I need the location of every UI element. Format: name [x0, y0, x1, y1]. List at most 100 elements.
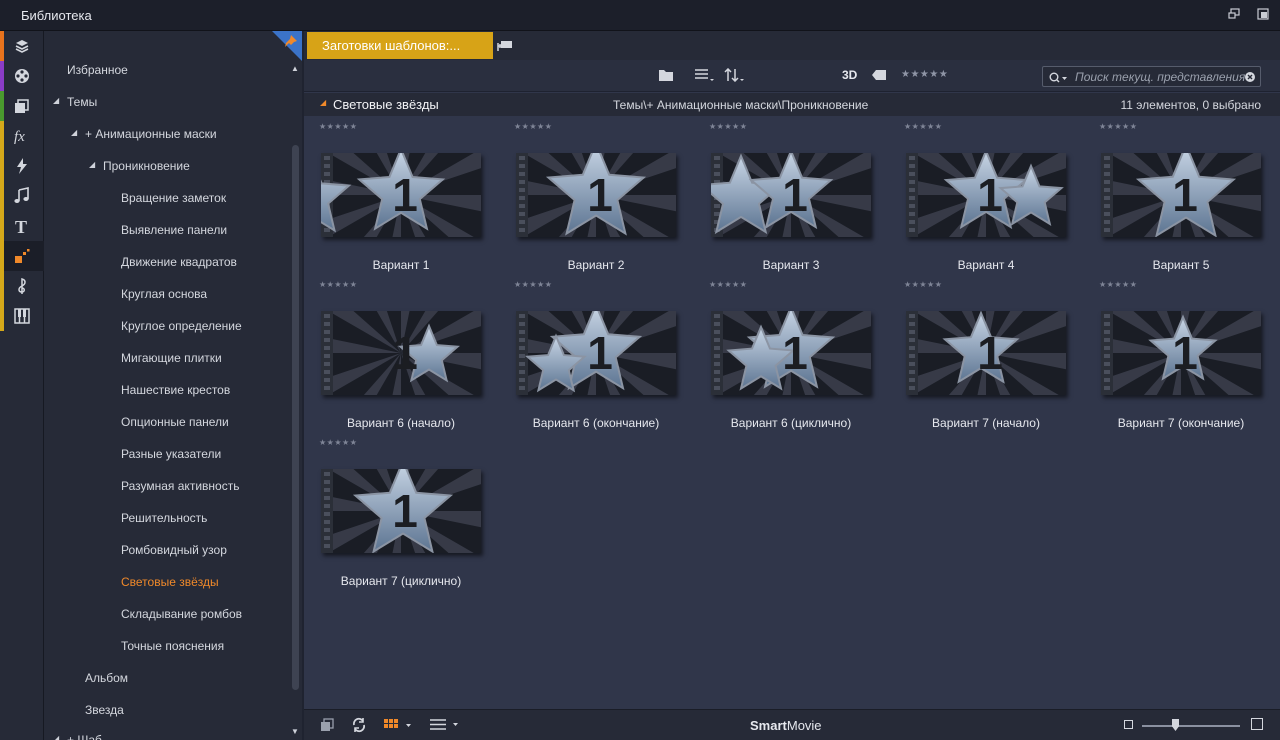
rail-item-effects[interactable]: fx — [0, 121, 44, 151]
tree-leaf[interactable]: Круглая основа — [121, 284, 207, 304]
tree-leaf-selected[interactable]: Световые звёзды — [121, 572, 219, 592]
tree-leaf[interactable]: Складывание ромбов — [121, 604, 242, 624]
template-thumbnail[interactable]: 1 — [846, 55, 1126, 335]
tree-node-album[interactable]: Альбом — [85, 668, 128, 688]
tree-node-themes[interactable]: Темы — [67, 92, 97, 112]
tree-leaf[interactable]: Ромбовидный узор — [121, 540, 227, 560]
tag-icon[interactable] — [871, 69, 887, 81]
expand-triangle-icon[interactable]: ◢ — [89, 160, 95, 169]
tree-leaf[interactable]: Нашествие крестов — [121, 380, 230, 400]
search-box[interactable]: Поиск текущ. представления — [1042, 66, 1261, 87]
template-card[interactable]: ★★★★★ 1 Вариант 6 (циклично) — [651, 213, 931, 493]
template-thumbnail[interactable]: 1 — [1041, 213, 1280, 493]
template-card[interactable]: ★★★★★ 1 Вариант 7 (начало) — [846, 213, 1126, 493]
template-thumbnail[interactable]: 1 — [261, 371, 541, 651]
template-thumbnail[interactable]: 1 — [846, 213, 1126, 493]
clear-search-icon[interactable] — [1245, 72, 1255, 82]
menu-icon[interactable] — [430, 719, 462, 731]
rating-stars[interactable]: ★★★★★ — [904, 280, 942, 289]
large-thumbnail-icon[interactable] — [1251, 718, 1263, 730]
restore-icon[interactable] — [1257, 8, 1269, 20]
template-card[interactable]: ★★★★★ 1 Вариант 1 — [261, 55, 541, 335]
zoom-slider-knob[interactable] — [1172, 719, 1179, 731]
grid-view-icon[interactable] — [384, 719, 412, 731]
template-card[interactable]: ★★★★★ 1 Вариант 2 — [456, 55, 736, 335]
rating-stars[interactable]: ★★★★★ — [1099, 122, 1137, 131]
rating-stars[interactable]: ★★★★★ — [514, 280, 552, 289]
rating-stars[interactable]: ★★★★★ — [1099, 280, 1137, 289]
rating-stars[interactable]: ★★★★★ — [319, 280, 357, 289]
template-card[interactable]: ★★★★★ 1 Вариант 7 (окончание) — [1041, 213, 1280, 493]
tree-node-penetration[interactable]: Проникновение — [103, 156, 190, 176]
tree-leaf[interactable]: Решительность — [121, 508, 207, 528]
rating-filter[interactable]: ★★★★★ — [901, 69, 948, 80]
music-note-icon — [14, 187, 29, 203]
tree-leaf[interactable]: Разумная активность — [121, 476, 239, 496]
template-card[interactable]: ★★★★★ 1 Вариант 4 — [846, 55, 1126, 335]
tree-leaf[interactable]: Мигающие плитки — [121, 348, 222, 368]
template-thumbnail[interactable]: 1 — [261, 55, 541, 335]
template-card[interactable]: ★★★★★ 1 Вариант 6 (окончание) — [456, 213, 736, 493]
library-tree-panel: ▲ ▼ Избранное ◢ Темы ◢ + Анимационные ма… — [44, 31, 302, 740]
rail-item-keys[interactable] — [0, 301, 44, 331]
pin-icon[interactable] — [272, 31, 302, 61]
expand-triangle-icon[interactable]: ◢ — [71, 128, 77, 137]
tree-leaf[interactable]: Вращение заметок — [121, 188, 226, 208]
template-thumbnail[interactable]: 1 — [651, 213, 931, 493]
rail-item-import[interactable] — [0, 31, 44, 61]
tree-leaf[interactable]: Точные пояснения — [121, 636, 224, 656]
rail-item-music[interactable] — [0, 181, 44, 211]
sort-icon[interactable] — [724, 68, 746, 82]
template-card[interactable]: ★★★★★ 1 Вариант 7 (циклично) — [261, 371, 541, 651]
tree-leaf[interactable]: Разные указатели — [121, 444, 221, 464]
folder-icon[interactable] — [658, 68, 674, 82]
expand-triangle-icon[interactable]: ◢ — [53, 734, 59, 740]
tree-leaf[interactable]: Выявление панели — [121, 220, 227, 240]
rail-item-video[interactable] — [0, 61, 44, 91]
tree-scroll-thumb[interactable] — [292, 145, 299, 690]
tree-node-animated-masks[interactable]: + Анимационные маски — [85, 124, 217, 144]
template-thumbnail[interactable]: 1 — [456, 55, 736, 335]
rating-stars[interactable]: ★★★★★ — [709, 280, 747, 289]
tree-leaf[interactable]: Круглое определение — [121, 316, 242, 336]
expand-triangle-icon[interactable]: ◢ — [53, 96, 59, 105]
rail-item-titles[interactable]: T — [0, 211, 44, 241]
tree-node-templates[interactable]: + Шаб... — [67, 730, 112, 740]
tab-bar: Заготовки шаблонов:... — [304, 31, 1280, 60]
rating-stars[interactable]: ★★★★★ — [709, 122, 747, 131]
rating-stars[interactable]: ★★★★★ — [904, 122, 942, 131]
tab-template-presets[interactable]: Заготовки шаблонов:... — [307, 32, 493, 59]
template-card[interactable]: ★★★★★ 1 Вариант 6 (начало) — [261, 213, 541, 493]
search-icon[interactable] — [1049, 72, 1069, 83]
small-thumbnail-icon[interactable] — [1124, 720, 1133, 729]
refresh-icon[interactable] — [352, 717, 366, 733]
tree-node-favorites[interactable]: Избранное — [67, 60, 128, 80]
template-thumbnail[interactable]: 1 — [261, 213, 541, 493]
3d-filter-button[interactable]: 3D — [842, 68, 857, 82]
rating-stars[interactable]: ★★★★★ — [319, 438, 357, 447]
rating-stars[interactable]: ★★★★★ — [319, 122, 357, 131]
rating-stars[interactable]: ★★★★★ — [514, 122, 552, 131]
collapse-group-icon[interactable]: ◢ — [320, 98, 326, 107]
template-thumbnail[interactable]: 1 — [651, 55, 931, 335]
rail-item-projects[interactable] — [0, 91, 44, 121]
rail-stripe — [0, 241, 4, 271]
template-thumbnail[interactable]: 1 — [456, 213, 736, 493]
rail-item-score[interactable] — [0, 271, 44, 301]
template-thumbnail[interactable]: 1 — [1041, 55, 1280, 335]
rail-item-transitions[interactable] — [0, 151, 44, 181]
template-card[interactable]: ★★★★★ 1 Вариант 3 — [651, 55, 931, 335]
smartmovie-button[interactable]: SmartMovie — [750, 718, 822, 733]
tree-scrollbar[interactable] — [290, 61, 300, 740]
piano-keys-icon — [14, 308, 30, 324]
tree-node-star[interactable]: Звезда — [85, 700, 124, 720]
template-card[interactable]: ★★★★★ 1 Вариант 5 — [1041, 55, 1280, 335]
zoom-slider-track[interactable] — [1142, 725, 1240, 727]
tree-leaf[interactable]: Движение квадратов — [121, 252, 237, 272]
add-tab-icon[interactable] — [497, 39, 513, 52]
tree-leaf[interactable]: Опционные панели — [121, 412, 229, 432]
rail-item-montage[interactable] — [0, 241, 44, 271]
undock-icon[interactable] — [1228, 8, 1240, 20]
list-view-icon[interactable] — [694, 68, 716, 82]
copy-icon[interactable] — [320, 718, 334, 732]
